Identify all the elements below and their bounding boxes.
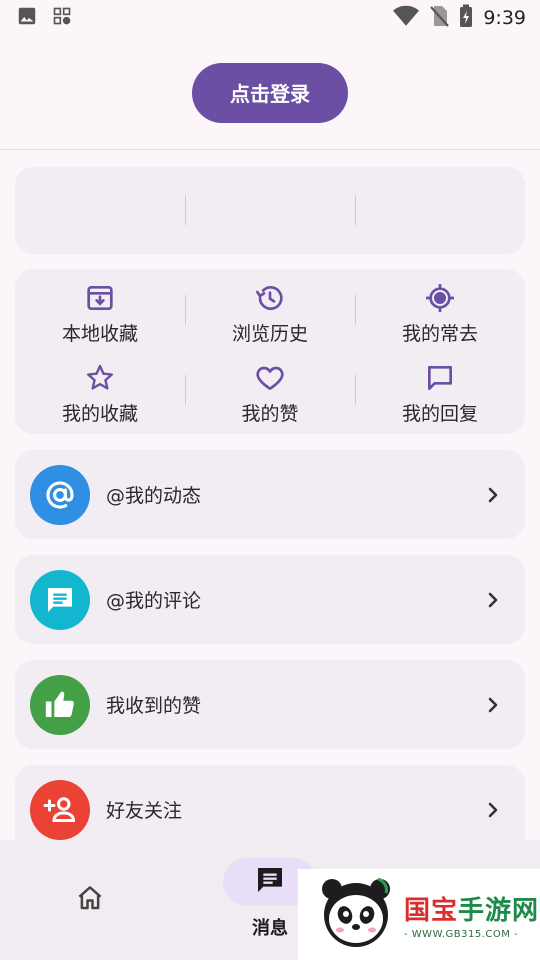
grid-item-label: 我的赞 (241, 403, 299, 425)
nav-messages-label: 消息 (252, 918, 288, 939)
battery-charging-icon (459, 4, 473, 32)
watermark-brand-green: 手游网 (458, 895, 540, 926)
chevron-right-icon (483, 590, 503, 610)
comment-lines-icon (30, 569, 90, 630)
list-item-label: @我的评论 (106, 590, 202, 612)
nav-home[interactable] (60, 880, 120, 920)
at-sign-icon (30, 464, 90, 525)
stat-cell[interactable] (15, 167, 185, 254)
location-target-icon (423, 281, 457, 315)
message-icon (254, 864, 286, 900)
person-add-icon (30, 779, 90, 840)
shortcut-grid: 本地收藏 浏览历史 我的常去 我的收藏 我的赞 我的回复 (15, 269, 525, 434)
grid-item-label: 浏览历史 (231, 323, 308, 345)
thumbs-up-icon (30, 674, 90, 735)
watermark-url: - WWW.GB315.COM - (404, 928, 519, 940)
status-bar: 9:39 (0, 0, 540, 36)
stat-cell[interactable] (355, 167, 525, 254)
comment-icon (423, 361, 457, 395)
status-time: 9:39 (483, 7, 526, 29)
chevron-right-icon (483, 800, 503, 820)
wifi-icon (393, 5, 420, 31)
grid-item-my-replies[interactable]: 我的回复 (355, 359, 525, 439)
grid-item-my-likes[interactable]: 我的赞 (185, 359, 355, 439)
grid-item-history[interactable]: 浏览历史 (185, 279, 355, 359)
chevron-right-icon (483, 485, 503, 505)
heart-icon (253, 361, 287, 395)
list-item-my-comments[interactable]: @我的评论 (15, 555, 525, 644)
grid-item-label: 我的收藏 (61, 403, 138, 425)
apps-grid-icon (52, 6, 72, 30)
panda-logo-icon (318, 875, 394, 955)
grid-item-label: 我的常去 (401, 323, 478, 345)
no-sim-icon (429, 5, 450, 31)
list-item-label: @我的动态 (106, 485, 202, 507)
list-item-likes-received[interactable]: 我收到的赞 (15, 660, 525, 749)
header: 点击登录 (0, 36, 540, 150)
list-item-label: 好友关注 (106, 800, 183, 822)
history-icon (253, 281, 287, 315)
grid-item-label: 本地收藏 (61, 323, 138, 345)
home-icon (75, 883, 105, 917)
grid-item-label: 我的回复 (401, 403, 478, 425)
stats-card (15, 167, 525, 254)
site-watermark: 国宝手游网 - WWW.GB315.COM - (298, 869, 540, 960)
grid-item-my-favorites[interactable]: 我的收藏 (15, 359, 185, 439)
gallery-icon (16, 5, 38, 31)
grid-item-local-favorites[interactable]: 本地收藏 (15, 279, 185, 359)
stat-cell[interactable] (185, 167, 355, 254)
list-item-my-mentions[interactable]: @我的动态 (15, 450, 525, 539)
chevron-right-icon (483, 695, 503, 715)
login-button[interactable]: 点击登录 (192, 62, 348, 123)
archive-download-icon (83, 281, 117, 315)
grid-item-frequent-places[interactable]: 我的常去 (355, 279, 525, 359)
star-icon (83, 361, 117, 395)
watermark-brand-red: 国宝 (404, 895, 459, 926)
list-item-label: 我收到的赞 (106, 695, 202, 717)
